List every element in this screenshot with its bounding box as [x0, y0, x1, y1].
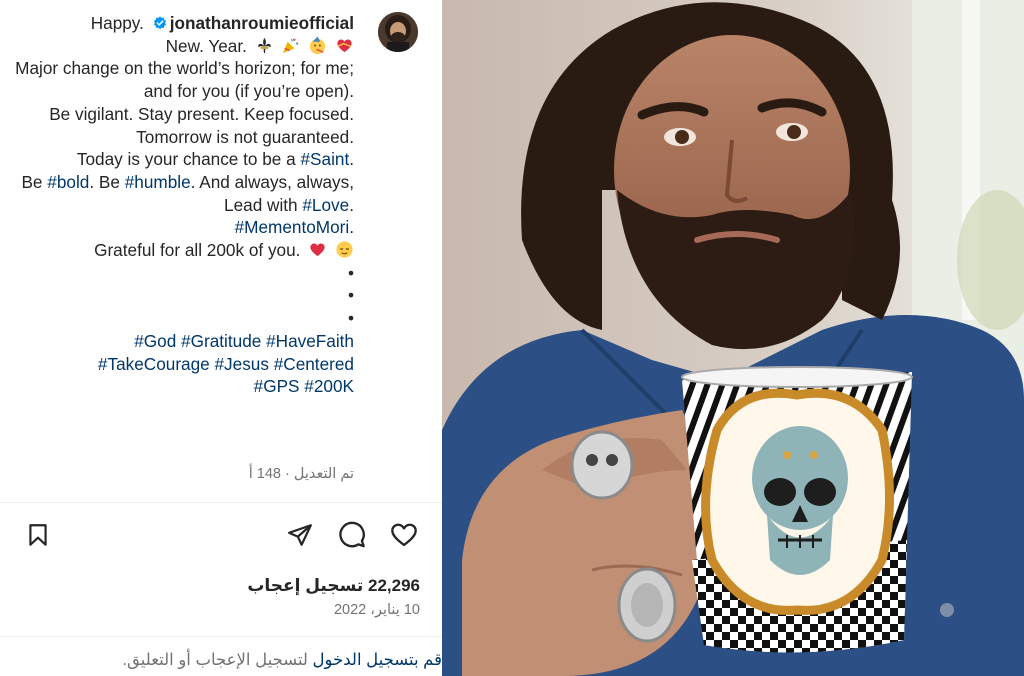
heart-icon — [391, 523, 417, 547]
caption-line: Grateful for all 200k of you. — [94, 240, 301, 261]
hashtag-link[interactable]: #bold — [47, 172, 89, 192]
share-button[interactable] — [283, 518, 317, 552]
caption-text: Today is your chance to be a — [76, 149, 296, 170]
heart-with-ribbon-icon — [337, 39, 352, 52]
caption-text: . — [349, 194, 354, 215]
caption-line: Tomorrow is not guaranteed. — [136, 126, 354, 147]
relieved-face-icon — [336, 241, 353, 258]
bullet-dot: • — [347, 285, 354, 306]
avatar[interactable] — [378, 12, 418, 52]
hashtag-line[interactable]: #GPS #200K — [14, 375, 354, 398]
likes-count[interactable]: 22,296 تسجيل إعجاب — [247, 576, 420, 596]
divider — [0, 636, 442, 637]
username-link[interactable]: jonathanroumieofficial — [170, 13, 354, 33]
hashtag-link[interactable]: #Love — [302, 195, 349, 215]
post-sidebar: Happy. jonathanroumieofficial New. Year. — [0, 0, 442, 676]
red-heart-icon — [310, 243, 325, 257]
verified-badge-icon — [153, 16, 166, 30]
caption-text: Be — [21, 171, 43, 192]
comment-button[interactable] — [335, 518, 369, 552]
face-with-party-horn-icon — [310, 36, 326, 54]
login-link[interactable]: قم بتسجيل الدخول — [313, 651, 442, 669]
hashtag-line[interactable]: #God #Gratitude #HaveFaith — [14, 330, 354, 353]
caption-text: . — [349, 217, 354, 238]
post-date: 10 يناير، 2022 — [333, 602, 420, 618]
send-icon — [288, 524, 312, 546]
login-prompt-text: لتسجيل الإعجاب أو التعليق. — [122, 651, 313, 669]
action-bar — [0, 518, 442, 558]
caption-line: Major change on the world’s horizon; for… — [15, 58, 354, 102]
caption-word: Happy. — [90, 13, 144, 33]
edited-timestamp: تم التعديل · 148 أ — [248, 466, 354, 482]
divider — [0, 502, 442, 503]
caption-line: Be vigilant. Stay present. Keep focused. — [49, 103, 354, 124]
caption-area: Happy. jonathanroumieofficial New. Year. — [0, 0, 442, 500]
save-button[interactable] — [21, 518, 55, 552]
hashtag-link[interactable]: #MementoMori — [235, 217, 350, 237]
hashtag-line[interactable]: #TakeCourage #Jesus #Centered — [14, 353, 354, 376]
caption-line: New. Year. — [165, 35, 247, 56]
post-caption: Happy. jonathanroumieofficial New. Year. — [14, 12, 354, 398]
login-prompt: قم بتسجيل الدخول لتسجيل الإعجاب أو التعل… — [122, 650, 442, 670]
hashtag-link[interactable]: #Saint — [300, 149, 349, 169]
party-popper-icon — [283, 38, 299, 53]
fleur-de-lis-icon — [257, 37, 271, 53]
bullet-dot: • — [347, 262, 354, 283]
post-photo — [442, 0, 1024, 676]
caption-text: . Be — [89, 171, 120, 192]
like-button[interactable] — [387, 518, 421, 552]
comment-icon — [339, 521, 365, 548]
hashtag-link[interactable]: #humble — [125, 172, 191, 192]
caption-text: . — [349, 149, 354, 170]
bookmark-icon — [29, 524, 47, 546]
bullet-dot: • — [347, 308, 354, 329]
